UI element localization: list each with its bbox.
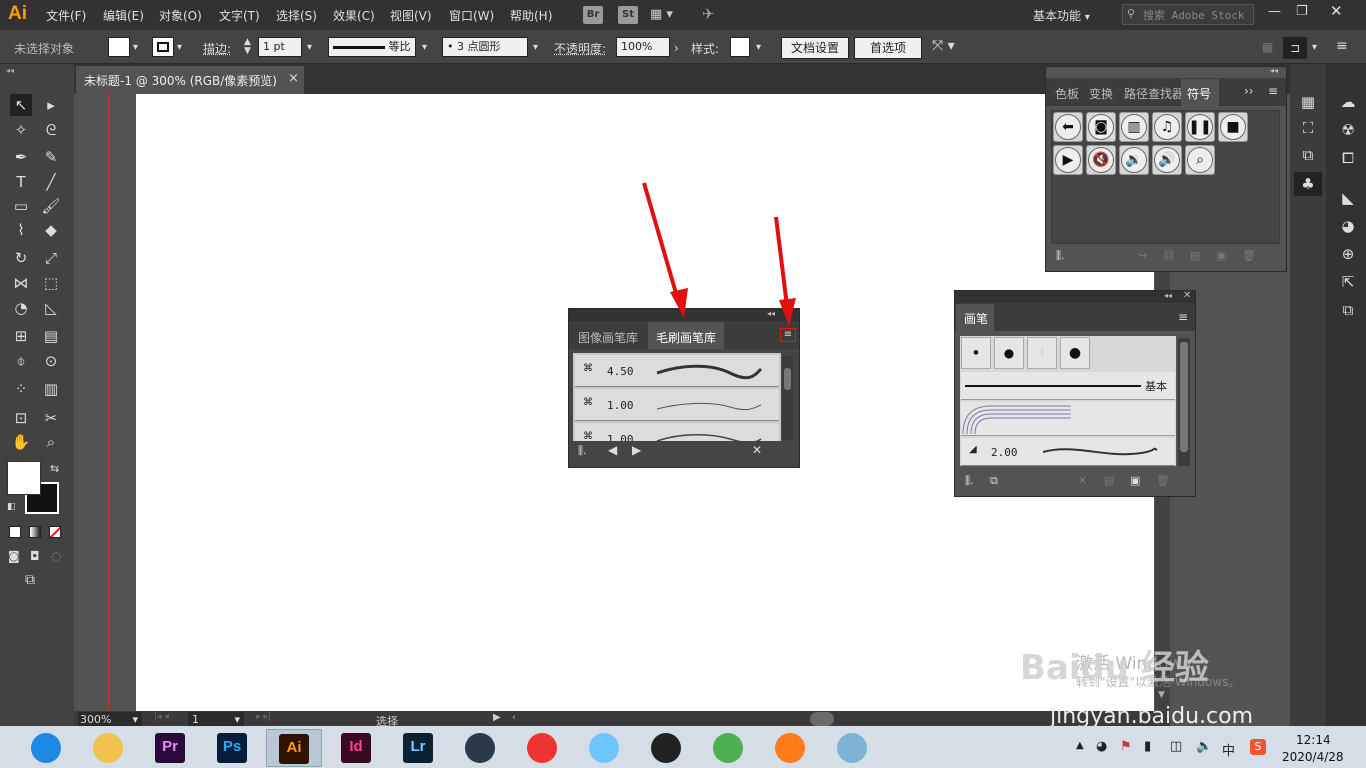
- notes-icon: [837, 733, 867, 763]
- annotation-arrow: [774, 216, 789, 307]
- chrome-icon: [713, 733, 743, 763]
- show-hidden-icons[interactable]: ▲: [1076, 740, 1084, 751]
- taskbar-app-cat[interactable]: [576, 729, 632, 767]
- taskbar-app-explorer[interactable]: [80, 729, 136, 767]
- taskbar-app-photoshop[interactable]: Ps: [204, 729, 260, 767]
- taskbar-app-premiere[interactable]: Pr: [142, 729, 198, 767]
- qq-icon: [651, 733, 681, 763]
- clock-date[interactable]: 2020/4/28: [1282, 750, 1344, 764]
- taskbar-app-media[interactable]: [762, 729, 818, 767]
- taskbar-app-indesign[interactable]: Id: [328, 729, 384, 767]
- taskbar-app-notes[interactable]: [824, 729, 880, 767]
- battery-tray-icon[interactable]: ▮: [1144, 739, 1151, 754]
- explorer-icon: [93, 733, 123, 763]
- umbrella-icon: [527, 733, 557, 763]
- taskbar-app-video[interactable]: [452, 729, 508, 767]
- taskbar-app-umbrella[interactable]: [514, 729, 570, 767]
- taskbar-app-illustrator[interactable]: Ai: [266, 729, 322, 767]
- clock-time[interactable]: 12:14: [1296, 733, 1331, 747]
- video-icon: [465, 733, 495, 763]
- input-method-indicator[interactable]: 中: [1222, 740, 1235, 759]
- browser-icon: [31, 733, 61, 763]
- flag-tray-icon[interactable]: ⚑: [1120, 739, 1132, 754]
- annotation-arrowhead: [670, 288, 688, 318]
- cat-icon: [589, 733, 619, 763]
- annotation-arrowhead: [779, 298, 796, 326]
- taskbar-app-qq[interactable]: [638, 729, 694, 767]
- premiere-icon: Pr: [155, 733, 185, 763]
- baidu-watermark: Baidu 经验: [1020, 648, 1209, 688]
- annotation-arrow: [642, 182, 680, 301]
- volume-tray-icon[interactable]: 🔈: [1196, 739, 1212, 754]
- taskbar-app-chrome[interactable]: [700, 729, 756, 767]
- media-icon: [775, 733, 805, 763]
- taskbar-app-lightroom[interactable]: Lr: [390, 729, 446, 767]
- network-tray-icon[interactable]: ◫: [1170, 739, 1182, 754]
- lightroom-icon: Lr: [403, 733, 433, 763]
- photoshop-icon: Ps: [217, 733, 247, 763]
- qq-tray-icon[interactable]: ◕: [1096, 739, 1107, 754]
- sogou-tray-icon[interactable]: S: [1250, 739, 1266, 755]
- indesign-icon: Id: [341, 733, 371, 763]
- taskbar-app-browser[interactable]: [18, 729, 74, 767]
- illustrator-icon: Ai: [279, 734, 309, 764]
